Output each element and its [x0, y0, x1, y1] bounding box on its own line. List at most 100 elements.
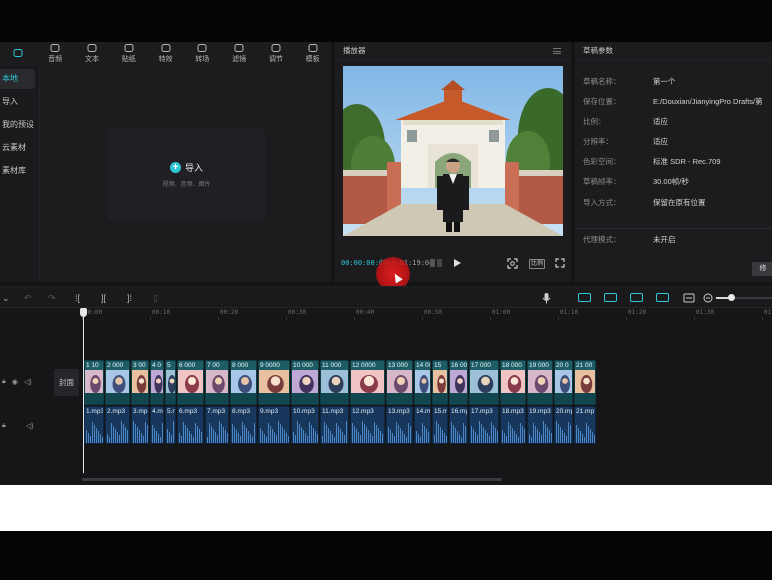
media-sidebar-item[interactable]: 我的预设 — [0, 115, 35, 135]
ruler-tick — [286, 317, 287, 320]
param-label: 草稿帧率： — [583, 177, 621, 186]
video-clip[interactable]: 21 00 — [574, 360, 596, 405]
link-clips-icon[interactable] — [578, 293, 591, 302]
video-clip[interactable]: 16 00 — [449, 360, 468, 405]
menu-icon[interactable] — [553, 48, 561, 54]
auto-snap-icon[interactable] — [656, 293, 669, 302]
audio-waveform — [178, 417, 203, 443]
playhead-handle[interactable] — [80, 308, 87, 317]
video-clip[interactable]: 20 0 — [554, 360, 573, 405]
toolbar-item-6[interactable]: 滤镜 — [221, 42, 258, 66]
audio-clip[interactable]: 11.mp3 — [320, 406, 349, 444]
zoom-out-icon[interactable] — [703, 292, 713, 304]
fit-screen-icon[interactable] — [507, 258, 518, 269]
redo-icon[interactable]: ↷ — [48, 293, 56, 303]
lock-icon[interactable]: 🔒︎ — [2, 422, 6, 430]
play-button[interactable] — [454, 259, 461, 267]
playhead[interactable] — [83, 308, 84, 473]
audio-clip[interactable]: 10.mp3 — [291, 406, 319, 444]
modify-button[interactable]: 修 — [752, 262, 772, 276]
video-clip[interactable]: 15 — [432, 360, 448, 405]
video-clip[interactable]: 2 000 — [105, 360, 130, 405]
toolbar-item-1[interactable]: 音频 — [37, 42, 74, 66]
timeline: 🔒︎ ◉ ◁) 🔒︎ ◁) 封面 00:00 00:10 00:20 00:30 00:… — [0, 308, 772, 485]
video-clip[interactable]: 9 0000 — [258, 360, 290, 405]
trim-right-icon[interactable]: ]⁞ — [127, 293, 132, 303]
audio-clip[interactable]: 20.mp — [554, 406, 573, 444]
import-drop-zone[interactable]: + 导入 视频、音频、图片 — [108, 128, 265, 220]
audio-clip[interactable]: 2.mp3 — [105, 406, 130, 444]
audio-clip[interactable]: 9.mp3 — [258, 406, 290, 444]
zoom-slider[interactable] — [716, 294, 772, 301]
video-clip[interactable]: 13 000 — [386, 360, 413, 405]
audio-clip[interactable]: 13.mp3 — [386, 406, 413, 444]
magnet-icon[interactable] — [604, 293, 617, 302]
media-sidebar-item[interactable]: 本地 — [0, 69, 35, 89]
audio-clip[interactable]: 18.mp3 — [500, 406, 526, 444]
video-clip[interactable]: 7 00 — [205, 360, 229, 405]
toolbar-item-4[interactable]: 特效 — [147, 42, 184, 66]
video-clip[interactable]: 3 00 — [131, 360, 149, 405]
param-value: 30.00帧/秒 — [653, 177, 689, 186]
microphone-icon[interactable] — [542, 292, 551, 304]
select-tool-chevron-icon[interactable]: ⌄ — [2, 293, 10, 303]
trim-left-icon[interactable]: ][ — [101, 293, 106, 303]
media-sidebar-item[interactable]: 导入 — [0, 92, 35, 112]
video-clip[interactable]: 6 000 — [177, 360, 204, 405]
frame-step-icon[interactable] — [429, 258, 443, 268]
audio-clip[interactable]: 12.mp3 — [350, 406, 385, 444]
audio-clip[interactable]: 8.mp3 — [230, 406, 257, 444]
audio-track-controls: 🔒︎ ◁) — [0, 422, 33, 430]
video-clip[interactable]: 18 000 — [500, 360, 526, 405]
cover-button[interactable]: 封面 — [54, 369, 79, 396]
speaker-icon[interactable]: ◁) — [24, 378, 32, 386]
preview-axis-icon[interactable] — [630, 293, 643, 302]
video-clip[interactable]: 4 0 — [150, 360, 164, 405]
video-clip[interactable]: 10 000 — [291, 360, 319, 405]
caption-icon[interactable] — [683, 292, 695, 304]
audio-clip[interactable]: 5.n — [165, 406, 176, 444]
media-sidebar-item[interactable]: 云素材 — [0, 138, 35, 158]
video-clip-thumbnail — [501, 370, 525, 393]
audio-clip-label: 11.mp3 — [322, 408, 344, 415]
audio-clip[interactable]: 16.mp — [449, 406, 468, 444]
eye-icon[interactable]: ◉ — [12, 378, 18, 386]
audio-clip[interactable]: 1.mp3 — [84, 406, 104, 444]
audio-clip[interactable]: 4.mu — [150, 406, 164, 444]
timeline-scrollbar[interactable] — [82, 478, 502, 481]
fullscreen-icon[interactable] — [555, 258, 565, 268]
undo-icon[interactable]: ↶ — [24, 293, 32, 303]
audio-clip[interactable]: 15.m — [432, 406, 448, 444]
toolbar-item-8[interactable]: 模板 — [294, 42, 331, 66]
video-clip[interactable]: 17 000 — [469, 360, 499, 405]
ratio-button[interactable]: 比例 — [529, 259, 546, 269]
video-clip[interactable]: 8 000 — [230, 360, 257, 405]
delete-icon[interactable]: ▯ — [153, 293, 158, 303]
video-clip[interactable]: 1 10 — [84, 360, 104, 405]
video-clip[interactable]: 11 000 — [320, 360, 349, 405]
video-clip-audio-strip — [433, 393, 447, 404]
toolbar-item-2[interactable]: 文本 — [74, 42, 111, 66]
toolbar-item-3[interactable]: 贴纸 — [110, 42, 147, 66]
video-clip[interactable]: 12 0000 — [350, 360, 385, 405]
zoom-slider-knob[interactable] — [728, 294, 735, 301]
split-icon[interactable]: ⁞[ — [75, 293, 80, 303]
video-clip[interactable]: 5 — [165, 360, 176, 405]
toolbar-item-0[interactable] — [0, 42, 37, 66]
lock-icon[interactable]: 🔒︎ — [2, 378, 6, 386]
toolbar-item-7[interactable]: 调节 — [257, 42, 294, 66]
speaker-icon[interactable]: ◁) — [26, 422, 34, 430]
audio-clip[interactable]: 17.mp3 — [469, 406, 499, 444]
video-clip[interactable]: 19 000 — [527, 360, 553, 405]
audio-clip[interactable]: 14.mp — [414, 406, 431, 444]
media-sidebar-item[interactable]: 素材库 — [0, 161, 35, 181]
toolbar-item-5[interactable]: 转场 — [184, 42, 221, 66]
audio-clip[interactable]: 7.mp3 — [205, 406, 229, 444]
audio-clip[interactable]: 21.mp — [574, 406, 596, 444]
audio-clip[interactable]: 3.mp — [131, 406, 149, 444]
audio-clip[interactable]: 19.mp3 — [527, 406, 553, 444]
video-clip-thumbnail — [292, 370, 318, 393]
audio-clip[interactable]: 6.mp3 — [177, 406, 204, 444]
video-preview[interactable] — [343, 66, 563, 236]
video-clip[interactable]: 14 00 — [414, 360, 431, 405]
